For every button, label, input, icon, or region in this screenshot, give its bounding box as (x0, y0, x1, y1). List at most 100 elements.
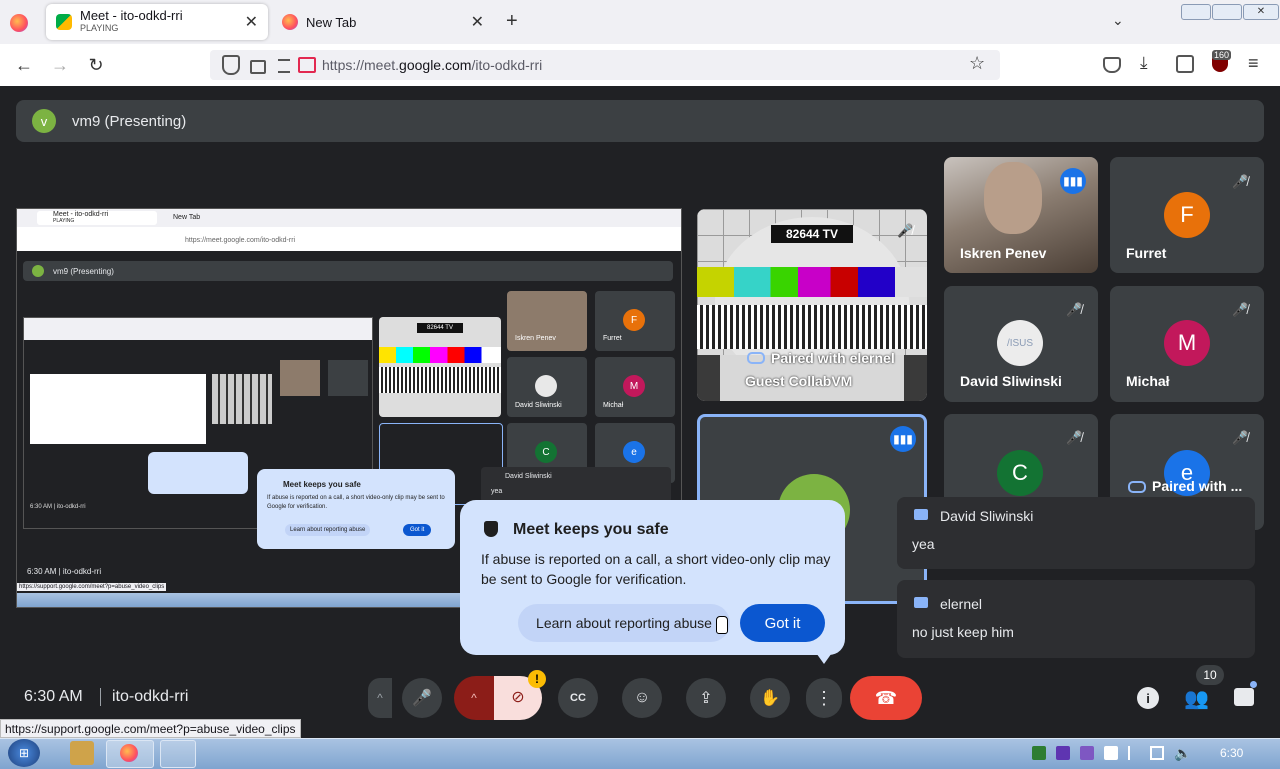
presenter-avatar: v (32, 109, 56, 133)
chat-sender: elernel (940, 596, 983, 612)
window-minimize-icon[interactable] (1181, 4, 1211, 20)
tray-icon[interactable] (1032, 746, 1046, 760)
volume-icon[interactable]: 🔈 (1174, 745, 1191, 762)
list-tabs-chevron-icon[interactable]: ⌄ (1112, 12, 1124, 29)
microphone-button[interactable]: 🎤 (402, 678, 442, 718)
screen-share-indicator-icon[interactable] (298, 57, 316, 73)
taskbar-clock[interactable]: 6:30 (1220, 746, 1243, 760)
chain-link-icon (1128, 481, 1146, 493)
window-restore-icon[interactable] (1212, 4, 1242, 20)
participant-avatar: /ISUS (997, 320, 1043, 366)
participant-avatar: C (997, 450, 1043, 496)
inner-url: https://meet.google.com/ito-odkd-rri (185, 237, 296, 244)
taskbar-explorer-icon[interactable] (160, 740, 196, 768)
tray-icon[interactable] (1080, 746, 1094, 760)
taskbar-app-icon[interactable] (70, 741, 94, 765)
hamburger-menu-icon[interactable]: ≡ (1248, 53, 1259, 74)
new-tab-plus-icon[interactable]: + (506, 10, 518, 33)
inner-chat-sender: David Sliwinski (505, 473, 552, 480)
separator (100, 688, 101, 706)
inner-chat-text: yea (491, 488, 503, 495)
extensions-icon[interactable] (1176, 55, 1194, 73)
inner-p1: Iskren Penev (515, 335, 556, 342)
presenter-label: vm9 (Presenting) (72, 113, 187, 130)
action-center-flag-icon[interactable] (1128, 746, 1142, 760)
present-now-button[interactable]: ⇪ (686, 678, 726, 718)
ublock-badge: 160 (1212, 50, 1232, 60)
network-icon[interactable] (1150, 746, 1164, 760)
pocket-icon[interactable] (1103, 57, 1121, 73)
leave-call-button[interactable]: ☎ (850, 676, 922, 720)
got-it-button[interactable]: Got it (740, 604, 825, 642)
people-icon[interactable]: 👥 (1184, 686, 1209, 711)
inner-time: 6:30 AM | ito-odkd-rri (27, 567, 102, 576)
meeting-info-icon[interactable]: i (1137, 687, 1159, 709)
mic-muted-icon: 🎤̸ (1066, 430, 1083, 445)
chain-link-icon (747, 352, 765, 364)
inner-p2: Furret (603, 335, 622, 342)
inner-learn: Learn about reporting abuse (285, 524, 371, 536)
guest-collabvm-tile[interactable]: 82644 TV Paired with elernel Guest Colla… (697, 209, 927, 401)
video-options-chevron-icon[interactable]: ^ (454, 676, 494, 720)
participant-name: David Sliwinski (960, 373, 1062, 389)
mic-muted-icon: 🎤̸ (1232, 302, 1249, 317)
meeting-code: ito-odkd-rri (112, 688, 189, 705)
inner-p3: David Sliwinski (515, 402, 562, 409)
lock-icon[interactable] (250, 60, 266, 74)
participant-name: Iskren Penev (960, 245, 1047, 261)
mic-muted-icon: 🎤̸ (1232, 174, 1249, 189)
firefox-menu-icon[interactable] (10, 14, 28, 32)
window-close-icon[interactable]: ✕ (1243, 4, 1279, 20)
reload-icon[interactable]: ↻ (84, 53, 108, 77)
tv-paired-text: Paired with elernel (771, 350, 895, 366)
learn-about-reporting-abuse-button[interactable]: Learn about reporting abuse (518, 604, 730, 642)
inner-tab-new: New Tab (173, 214, 201, 221)
more-options-icon[interactable]: ⋮ (806, 678, 842, 718)
close-tab-icon[interactable]: ✕ (245, 12, 258, 32)
firefox-favicon-icon (282, 14, 298, 30)
tab-new-title: New Tab (306, 14, 357, 30)
meeting-time: 6:30 AM (24, 688, 83, 705)
mic-muted-icon: 🎤̸ (897, 223, 914, 238)
mic-muted-icon: 🎤̸ (1232, 430, 1249, 445)
audio-level-icon: ▮▮▮ (1060, 168, 1086, 194)
inner-presenting: vm9 (Presenting) (53, 267, 114, 276)
meet-favicon-icon (56, 14, 72, 30)
tv-channel-label: 82644 TV (771, 225, 853, 243)
participant-avatar: M (1164, 320, 1210, 366)
inner-tab-sub: PLAYING (53, 218, 75, 224)
inner-popup-title: Meet keeps you safe (283, 480, 361, 489)
forward-arrow-icon[interactable]: → (48, 53, 72, 77)
inner-popup-body: If abuse is reported on a call, a short … (267, 495, 445, 510)
chat-message[interactable] (897, 580, 1255, 658)
start-button-icon[interactable]: ⊞ (8, 739, 40, 767)
downloads-icon[interactable]: ⤓ (1140, 53, 1148, 73)
inner-tab-title: Meet - ito-odkd-rri (53, 211, 109, 218)
chat-icon[interactable] (1234, 688, 1254, 706)
raise-hand-button[interactable]: ✋ (750, 678, 790, 718)
audio-level-icon: ▮▮▮ (890, 426, 916, 452)
tray-icon[interactable] (1056, 746, 1070, 760)
shield-icon[interactable] (222, 55, 240, 75)
participant-name: Furret (1126, 245, 1167, 261)
tv-guest-name: Guest CollabVM (745, 373, 853, 389)
popup-body: If abuse is reported on a call, a short … (481, 551, 831, 587)
participant-name: Michał (1126, 373, 1170, 389)
tab-meet[interactable]: Meet - ito-odkd-rri PLAYING ✕ (46, 4, 268, 40)
tab-new[interactable]: New Tab ✕ (272, 4, 494, 40)
participant-count-badge: 10 (1196, 665, 1224, 685)
mic-muted-icon: 🎤̸ (1066, 302, 1083, 317)
permissions-icon[interactable] (278, 59, 290, 73)
audio-options-chevron-icon[interactable]: ^ (368, 678, 392, 718)
close-tab-icon[interactable]: ✕ (471, 12, 484, 32)
inner-gotit: Got it (403, 524, 432, 536)
captions-button[interactable]: CC (558, 678, 598, 718)
shield-icon (484, 521, 498, 537)
url-text[interactable]: https://meet.google.com/ito-odkd-rri (322, 57, 542, 73)
emoji-reaction-button[interactable]: ☺ (622, 678, 662, 718)
tray-icon[interactable] (1104, 746, 1118, 760)
chat-bubble-icon (914, 509, 928, 520)
bookmark-star-icon[interactable]: ☆ (969, 53, 985, 74)
back-arrow-icon[interactable]: ← (12, 53, 36, 77)
participant-avatar: F (1164, 192, 1210, 238)
